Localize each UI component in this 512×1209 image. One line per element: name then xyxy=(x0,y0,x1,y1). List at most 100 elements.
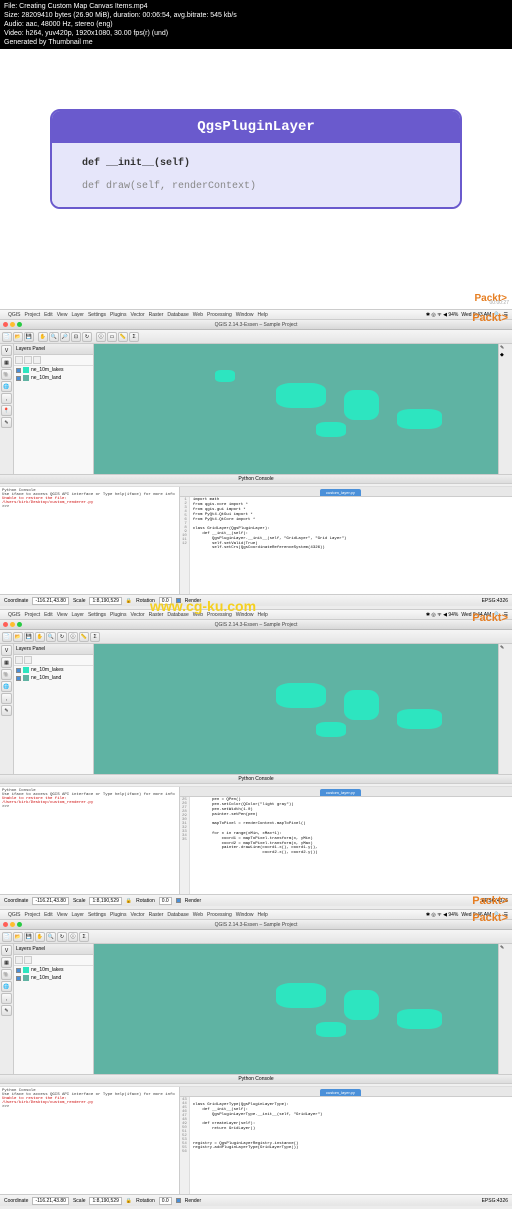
menu-processing[interactable]: Processing xyxy=(207,912,232,918)
zoom-in-icon[interactable]: 🔍 xyxy=(49,332,59,342)
menu-project[interactable]: Project xyxy=(25,912,41,918)
sum-icon[interactable]: Σ xyxy=(90,632,100,642)
new-layer-icon[interactable]: ✎ xyxy=(1,1005,12,1016)
measure-icon[interactable]: 📏 xyxy=(118,332,128,342)
layer-filter-icon[interactable] xyxy=(24,956,32,964)
layer-checkbox[interactable] xyxy=(16,976,21,981)
menu-edit[interactable]: Edit xyxy=(44,912,53,918)
menu-processing[interactable]: Processing xyxy=(207,312,232,318)
scale-value[interactable]: 1:8,190,529 xyxy=(89,897,121,905)
coord-value[interactable]: -116.21,43.80 xyxy=(32,1197,69,1205)
menu-edit[interactable]: Edit xyxy=(44,612,53,618)
edit-icon[interactable]: ✎ xyxy=(500,345,511,351)
menu-settings[interactable]: Settings xyxy=(88,612,106,618)
add-csv-icon[interactable]: , xyxy=(1,993,12,1004)
console-prompt[interactable]: >>> xyxy=(2,505,177,509)
add-vector-icon[interactable]: V xyxy=(1,345,12,356)
render-checkbox[interactable] xyxy=(176,1198,181,1203)
add-postgis-icon[interactable]: 🐘 xyxy=(1,969,12,980)
menu-help[interactable]: Help xyxy=(258,612,268,618)
refresh-icon[interactable]: ↻ xyxy=(57,632,67,642)
render-checkbox[interactable] xyxy=(176,898,181,903)
map-canvas[interactable] xyxy=(94,344,498,474)
coord-value[interactable]: -116.21,43.80 xyxy=(32,597,69,605)
menu-layer[interactable]: Layer xyxy=(71,912,84,918)
console-prompt[interactable]: >>> xyxy=(2,805,177,809)
menu-web[interactable]: Web xyxy=(193,312,203,318)
new-icon[interactable]: 📄 xyxy=(2,932,12,942)
open-icon[interactable]: 📂 xyxy=(13,632,23,642)
menu-layer[interactable]: Layer xyxy=(71,312,84,318)
refresh-icon[interactable]: ↻ xyxy=(57,932,67,942)
open-icon[interactable]: 📂 xyxy=(13,332,23,342)
layer-add-icon[interactable] xyxy=(15,956,23,964)
add-wms-icon[interactable]: 🌐 xyxy=(1,381,12,392)
layer-filter-icon[interactable] xyxy=(24,656,32,664)
open-icon[interactable]: 📂 xyxy=(13,932,23,942)
new-icon[interactable]: 📄 xyxy=(2,632,12,642)
rotation-value[interactable]: 0.0 xyxy=(159,897,172,905)
zoom-out-icon[interactable]: 🔎 xyxy=(60,332,70,342)
save-icon[interactable]: 💾 xyxy=(24,932,34,942)
layer-expand-icon[interactable] xyxy=(33,356,41,364)
maximize-button[interactable] xyxy=(17,622,22,627)
editor-tab[interactable]: custom_layer.py xyxy=(320,489,361,496)
add-wms-icon[interactable]: 🌐 xyxy=(1,981,12,992)
pan-icon[interactable]: ✋ xyxy=(35,632,45,642)
pan-icon[interactable]: ✋ xyxy=(35,932,45,942)
menu-project[interactable]: Project xyxy=(25,612,41,618)
lock-icon[interactable]: 🔒 xyxy=(126,898,132,904)
mac-menubar[interactable]: QGIS Project Edit View Layer Settings Pl… xyxy=(0,910,512,920)
menu-project[interactable]: Project xyxy=(25,312,41,318)
maximize-button[interactable] xyxy=(17,922,22,927)
code-editor[interactable]: 2526272829303132333435 pen = QPen() pen.… xyxy=(180,797,512,894)
new-icon[interactable]: 📄 xyxy=(2,332,12,342)
maximize-button[interactable] xyxy=(17,322,22,327)
add-wms-icon[interactable]: 🌐 xyxy=(1,681,12,692)
rotation-value[interactable]: 0.0 xyxy=(159,1197,172,1205)
console-output[interactable]: Python Console Use iface to access QGIS … xyxy=(0,487,180,594)
layer-checkbox[interactable] xyxy=(16,676,21,681)
measure-icon[interactable]: 📏 xyxy=(79,632,89,642)
minimize-button[interactable] xyxy=(10,622,15,627)
identify-icon[interactable]: ⓘ xyxy=(68,932,78,942)
layer-item[interactable]: ne_10m_lakes xyxy=(14,666,93,674)
layer-checkbox[interactable] xyxy=(16,376,21,381)
map-canvas[interactable] xyxy=(94,644,498,774)
layer-checkbox[interactable] xyxy=(16,368,21,373)
layer-checkbox[interactable] xyxy=(16,968,21,973)
code-content[interactable]: import math from qgis.core import * from… xyxy=(190,497,350,594)
code-editor[interactable]: 4344454647484950515253545556 class GridL… xyxy=(180,1097,512,1194)
menu-window[interactable]: Window xyxy=(236,312,254,318)
menu-view[interactable]: View xyxy=(57,912,68,918)
menu-qgis[interactable]: QGIS xyxy=(8,312,21,318)
zoom-full-icon[interactable]: ⊡ xyxy=(71,332,81,342)
add-csv-icon[interactable]: , xyxy=(1,693,12,704)
menu-window[interactable]: Window xyxy=(236,912,254,918)
close-button[interactable] xyxy=(3,622,8,627)
menu-web[interactable]: Web xyxy=(193,912,203,918)
menu-vector[interactable]: Vector xyxy=(130,312,144,318)
menu-layer[interactable]: Layer xyxy=(71,612,84,618)
minimize-button[interactable] xyxy=(10,322,15,327)
add-postgis-icon[interactable]: 🐘 xyxy=(1,669,12,680)
map-canvas[interactable] xyxy=(94,944,498,1074)
layer-add-icon[interactable] xyxy=(15,356,23,364)
identify-icon[interactable]: ⓘ xyxy=(68,632,78,642)
layer-item[interactable]: ne_10m_land xyxy=(14,674,93,682)
menu-plugins[interactable]: Plugins xyxy=(110,312,126,318)
layer-item[interactable]: ne_10m_land xyxy=(14,974,93,982)
add-gpx-icon[interactable]: 📍 xyxy=(1,405,12,416)
layer-item[interactable]: ne_10m_land xyxy=(14,374,93,382)
new-layer-icon[interactable]: ✎ xyxy=(1,417,12,428)
node-icon[interactable]: ◆ xyxy=(500,352,511,358)
add-postgis-icon[interactable]: 🐘 xyxy=(1,369,12,380)
add-csv-icon[interactable]: , xyxy=(1,393,12,404)
layer-checkbox[interactable] xyxy=(16,668,21,673)
layer-item[interactable]: ne_10m_lakes xyxy=(14,966,93,974)
refresh-icon[interactable]: ↻ xyxy=(82,332,92,342)
menu-raster[interactable]: Raster xyxy=(149,912,164,918)
code-content[interactable]: pen = QPen() pen.setColor(QColor("light … xyxy=(190,797,321,894)
menu-help[interactable]: Help xyxy=(258,912,268,918)
console-output[interactable]: Python Console Use iface to access QGIS … xyxy=(0,1087,180,1194)
